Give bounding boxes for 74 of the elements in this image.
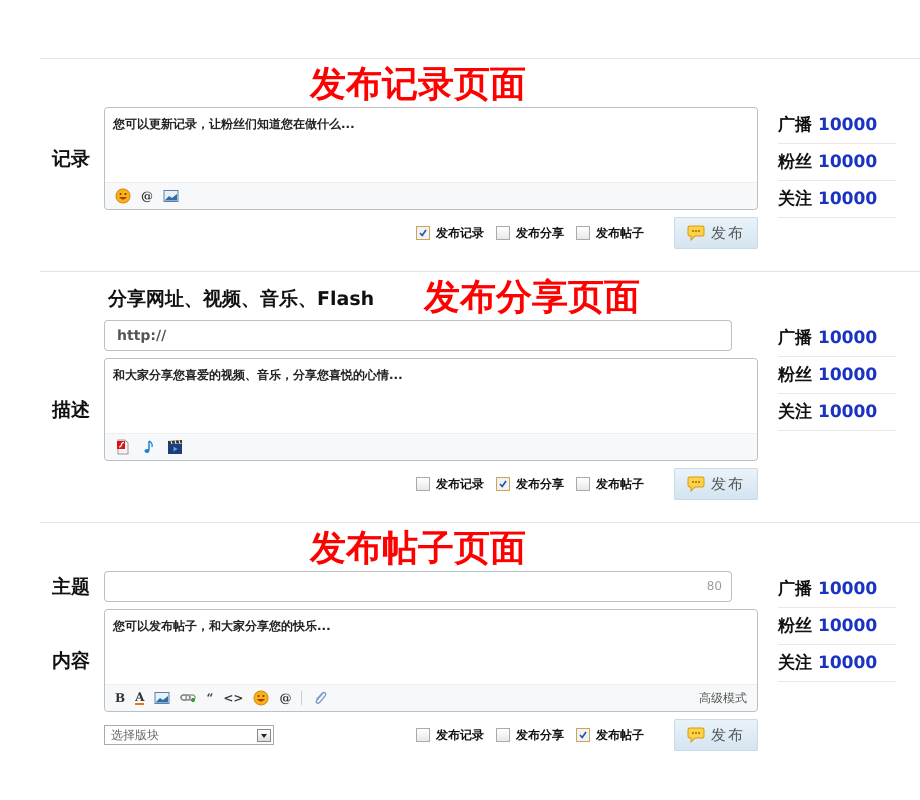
image-icon[interactable] — [163, 188, 179, 204]
stat-count[interactable]: 10000 — [818, 579, 878, 599]
checkbox[interactable] — [496, 226, 510, 240]
checkbox-label: 发布帖子 — [596, 476, 644, 492]
mode-link[interactable]: 高级模式 — [699, 690, 747, 706]
checkbox[interactable] — [496, 477, 510, 491]
stat-label: 广播 — [778, 327, 812, 349]
image-icon[interactable] — [154, 690, 170, 706]
page-title: 发布记录页面 — [310, 67, 526, 103]
editor-frame[interactable]: 您可以发布帖子，和大家分享您的快乐... B A “ <> @ 高级模式 — [104, 609, 758, 712]
font-color-tool[interactable]: A — [135, 691, 144, 705]
stat-count[interactable]: 10000 — [818, 189, 878, 209]
checkbox-label: 发布记录 — [436, 224, 484, 242]
checkbox[interactable] — [416, 477, 430, 491]
field-label: 主题 — [51, 574, 91, 600]
checkbox[interactable] — [576, 477, 590, 491]
stat-label: 关注 — [778, 652, 812, 674]
checkbox[interactable] — [416, 226, 430, 240]
board-select[interactable]: 选择版块 — [104, 725, 274, 745]
checkbox-label: 发布分享 — [516, 224, 564, 242]
stat-count[interactable]: 10000 — [818, 402, 878, 422]
stat-label: 关注 — [778, 401, 812, 423]
checkmark-icon — [498, 479, 508, 489]
field-label: 描述 — [50, 398, 91, 422]
page-title: 发布分享页面 — [424, 280, 640, 316]
char-counter: 80 — [706, 579, 722, 593]
format-tool[interactable]: B — [115, 691, 126, 705]
document-icon[interactable] — [115, 439, 131, 455]
field-label: 记录 — [50, 146, 91, 172]
stat-label: 粉丝 — [778, 151, 812, 173]
checkbox-label: 发布分享 — [516, 476, 564, 492]
stat-label: 粉丝 — [778, 615, 812, 637]
speech-bubble-icon — [687, 476, 705, 492]
stat-label: 粉丝 — [778, 364, 812, 386]
format-tool[interactable]: @ — [141, 189, 153, 203]
format-tool[interactable]: @ — [279, 691, 292, 705]
stat-count[interactable]: 10000 — [818, 616, 878, 636]
publish-button[interactable]: 发布 — [674, 719, 758, 751]
editor-frame[interactable]: 您可以更新记录，让粉丝们知道您在做什么... @ — [104, 107, 758, 210]
section-heading: 分享网址、视频、音乐、Flash — [108, 287, 374, 312]
speech-bubble-icon — [687, 727, 705, 743]
editor-frame[interactable]: 和大家分享您喜爱的视频、音乐，分享您喜悦的心情... — [104, 358, 758, 461]
checkbox[interactable] — [576, 728, 590, 742]
format-tool[interactable]: <> — [223, 691, 244, 705]
checkmark-icon — [578, 730, 588, 740]
checkmark-icon — [418, 228, 428, 238]
checkbox[interactable] — [576, 226, 590, 240]
emoji-icon[interactable] — [115, 188, 131, 204]
stat-count[interactable]: 10000 — [818, 328, 878, 348]
checkbox-label: 发布帖子 — [596, 726, 644, 744]
field-label: 内容 — [51, 648, 91, 674]
checkbox[interactable] — [416, 728, 430, 742]
publish-button[interactable]: 发布 — [674, 468, 758, 500]
format-tool[interactable]: “ — [206, 691, 214, 705]
stat-label: 广播 — [778, 578, 812, 600]
clapperboard-icon[interactable] — [167, 439, 183, 455]
dropdown-icon[interactable] — [257, 728, 271, 742]
stat-count[interactable]: 10000 — [818, 365, 878, 385]
speech-bubble-icon — [687, 225, 705, 241]
emoji-icon[interactable] — [253, 690, 270, 706]
stat-count[interactable]: 10000 — [818, 115, 878, 135]
stat-label: 广播 — [778, 114, 812, 136]
subject-field[interactable] — [104, 571, 732, 602]
stat-count[interactable]: 10000 — [818, 152, 878, 172]
url-field[interactable]: http:// — [104, 320, 732, 351]
stat-label: 关注 — [778, 188, 812, 210]
checkbox-label: 发布记录 — [436, 476, 484, 492]
checkbox-label: 发布分享 — [516, 726, 564, 744]
publish-button[interactable]: 发布 — [674, 217, 758, 249]
checkbox-label: 发布帖子 — [596, 224, 644, 242]
checkbox-label: 发布记录 — [436, 726, 484, 744]
checkbox[interactable] — [496, 728, 510, 742]
page-title: 发布帖子页面 — [310, 531, 526, 567]
stat-count[interactable]: 10000 — [818, 653, 878, 673]
